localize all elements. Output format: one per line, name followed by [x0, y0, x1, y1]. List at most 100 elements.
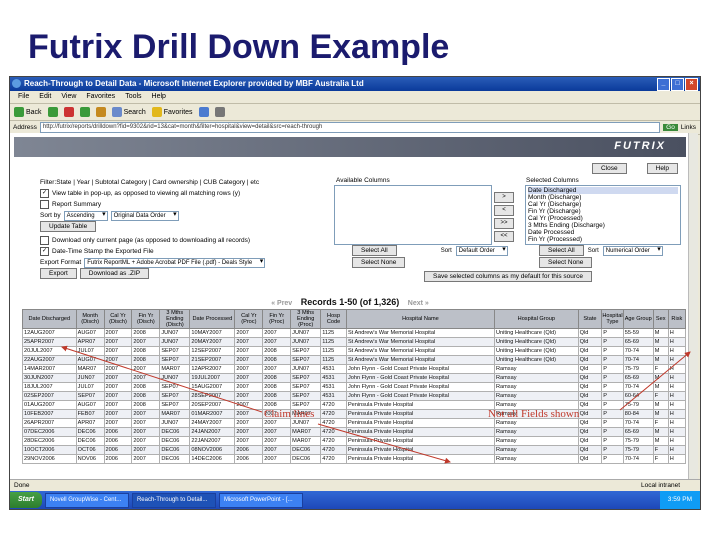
available-columns-list[interactable]: [334, 185, 492, 245]
table-row[interactable]: 10FEB2007 FEB07 2007 2007 MAR07 01MAR2007 2007…: [22, 409, 687, 419]
export-button[interactable]: Export: [40, 268, 77, 279]
forward-arrow-icon[interactable]: [47, 107, 58, 117]
close-button[interactable]: Close: [592, 163, 627, 174]
task-powerpoint[interactable]: Microsoft PowerPoint - [...: [218, 492, 303, 508]
table-row[interactable]: 18JUL2007 JUL07 2007 2008 SEP07 15AUG2007 2007…: [22, 382, 687, 392]
start-button[interactable]: Start: [10, 492, 42, 508]
menu-bar: File Edit View Favorites Tools Help: [10, 91, 700, 104]
table-row[interactable]: 12AUG2007 AUG07 2007 2008 JUN07 10MAY2007 2007…: [22, 328, 687, 338]
search-button[interactable]: Search: [111, 107, 146, 117]
list-item[interactable]: Cal Yr (Processed): [528, 215, 678, 222]
select-none-selected-button[interactable]: Select None: [539, 257, 593, 268]
export-format-select[interactable]: Futrix ReportML + Adobe Acrobat PDF File…: [84, 257, 266, 268]
list-item[interactable]: Fin Yr (Discharge): [528, 208, 678, 215]
column-header[interactable]: Age Group: [622, 309, 654, 329]
table-cell: H: [667, 364, 687, 374]
column-header[interactable]: Cal Yr (Proc): [234, 309, 264, 329]
refresh-icon[interactable]: [79, 107, 90, 117]
column-header[interactable]: 3 Mths Ending (Disch): [159, 309, 191, 329]
move-left-button[interactable]: <: [494, 205, 514, 216]
selected-columns-list[interactable]: Date Discharged Month (Discharge) Cal Yr…: [525, 185, 681, 245]
column-header[interactable]: Date Processed: [189, 309, 236, 329]
go-button[interactable]: Go: [663, 124, 678, 131]
mail-icon[interactable]: [198, 107, 209, 117]
favorites-button[interactable]: Favorites: [151, 107, 193, 117]
column-header[interactable]: Hospital Name: [345, 309, 495, 329]
table-row[interactable]: 29NOV2006 NOV06 2006 2007 DEC06 14DEC2006 2006…: [22, 454, 687, 464]
move-right-button[interactable]: >: [494, 192, 514, 203]
table-row[interactable]: 30JUN2007 JUN07 2007 2007 JUN07 19JUL2007 2007…: [22, 373, 687, 383]
column-header[interactable]: Hosp Code: [320, 309, 347, 329]
table-row[interactable]: 14MAR2007 MAR07 2007 2007 MAR07 12APR2007 2007…: [22, 364, 687, 374]
minimize-icon[interactable]: _: [657, 78, 670, 91]
sort-field-select[interactable]: Original Data Order: [110, 210, 179, 221]
table-row[interactable]: 02SEP2007 SEP07 2007 2008 SEP07 28SEP2007 2007…: [22, 391, 687, 401]
list-item[interactable]: Fin Yr (Processed): [528, 236, 678, 243]
links-label[interactable]: Links: [681, 124, 700, 131]
sort-available-select[interactable]: Default Order: [455, 245, 508, 256]
column-header[interactable]: Sex: [652, 309, 669, 329]
download-only-checkbox[interactable]: [40, 236, 49, 245]
back-button[interactable]: Back: [14, 107, 42, 117]
table-row[interactable]: 01AUG2007 AUG07 2007 2008 SEP07 20SEP2007 2007…: [22, 400, 687, 410]
column-header[interactable]: Cal Yr (Disch): [103, 309, 133, 329]
column-header[interactable]: Risk: [667, 309, 687, 329]
table-row[interactable]: 20JUL2007 JUL07 2007 2008 SEP07 12SEP2007 2007…: [22, 346, 687, 356]
download-zip-button[interactable]: Download as .ZIP: [79, 268, 150, 279]
table-row[interactable]: 22AUG2007 AUG07 2007 2008 SEP07 21SEP2007 2007…: [22, 355, 687, 365]
detail-data-table: Date Discharged Month (Disch) Cal Yr (Disc…: [22, 309, 687, 464]
table-cell: 75-79: [622, 400, 654, 410]
column-header[interactable]: Month (Disch): [75, 309, 105, 329]
column-header[interactable]: Hospital Type: [601, 309, 624, 329]
address-input[interactable]: http://futrix/reports/drilldown?fid=9302…: [39, 122, 661, 133]
list-item[interactable]: Month (Discharge): [528, 194, 678, 201]
column-header[interactable]: Date Discharged: [22, 309, 77, 329]
view-table-checkbox[interactable]: ✓: [40, 189, 49, 198]
column-header[interactable]: State: [577, 309, 603, 329]
stop-icon[interactable]: [63, 107, 74, 117]
table-cell: Peninsula Private Hospital: [345, 436, 495, 446]
home-icon[interactable]: [95, 107, 106, 117]
column-header[interactable]: Hospital Group: [493, 309, 579, 329]
vertical-scrollbar[interactable]: [688, 133, 698, 479]
print-icon[interactable]: [214, 107, 225, 117]
menu-edit[interactable]: Edit: [39, 91, 51, 103]
sort-selected-select[interactable]: Numerical Order: [602, 245, 663, 256]
sort-direction-select[interactable]: Ascending: [63, 210, 108, 221]
menu-tools[interactable]: Tools: [125, 91, 141, 103]
report-summary-checkbox[interactable]: [40, 200, 49, 209]
menu-view[interactable]: View: [61, 91, 76, 103]
menu-favorites[interactable]: Favorites: [86, 91, 115, 103]
table-row[interactable]: 28DEC2006 DEC06 2006 2007 DEC06 22JAN2007 2007…: [22, 436, 687, 446]
help-button[interactable]: Help: [646, 163, 678, 174]
date-stamp-checkbox[interactable]: ✓: [40, 247, 49, 256]
maximize-icon[interactable]: □: [671, 78, 684, 91]
menu-file[interactable]: File: [18, 91, 29, 103]
move-all-left-button[interactable]: <<: [494, 231, 514, 242]
list-item[interactable]: 3 Mths Ending (Discharge): [528, 222, 678, 229]
update-table-button[interactable]: Update Table: [40, 221, 97, 232]
table-row[interactable]: 26APR2007 APR07 2007 2007 JUN07 24MAY2007 2007…: [22, 418, 687, 428]
table-row[interactable]: 10OCT2006 OCT06 2006 2007 DEC06 08NOV2006 2006…: [22, 445, 687, 455]
task-reach-through[interactable]: Reach-Through to Detail...: [131, 492, 216, 508]
table-cell: 2007: [103, 418, 133, 428]
task-groupwise[interactable]: Novell GroupWise - Cent...: [44, 492, 129, 508]
close-icon[interactable]: ×: [685, 78, 698, 91]
select-all-available-button[interactable]: Select All: [352, 245, 397, 256]
menu-help[interactable]: Help: [152, 91, 166, 103]
annotation-claim-lines: Claim lines: [264, 408, 315, 420]
save-default-columns-button[interactable]: Save selected columns as my default for …: [424, 271, 592, 282]
list-item[interactable]: Cal Yr (Discharge): [528, 201, 678, 208]
select-none-available-button[interactable]: Select None: [352, 257, 406, 268]
list-item[interactable]: Date Discharged: [528, 187, 678, 194]
next-link[interactable]: Next »: [408, 300, 429, 307]
select-all-selected-button[interactable]: Select All: [539, 245, 584, 256]
column-header[interactable]: Fin Yr (Proc): [262, 309, 292, 329]
table-row[interactable]: 25APR2007 APR07 2007 2007 JUN07 20MAY2007 2007…: [22, 337, 687, 347]
column-header[interactable]: Fin Yr (Disch): [131, 309, 161, 329]
column-header[interactable]: 3 Mths Ending (Proc): [290, 309, 322, 329]
list-item[interactable]: Date Processed: [528, 229, 678, 236]
table-row[interactable]: 07DEC2006 DEC06 2006 2007 DEC06 24JAN2007 2007…: [22, 427, 687, 437]
move-all-right-button[interactable]: >>: [494, 218, 514, 229]
prev-link[interactable]: « Prev: [271, 300, 292, 307]
